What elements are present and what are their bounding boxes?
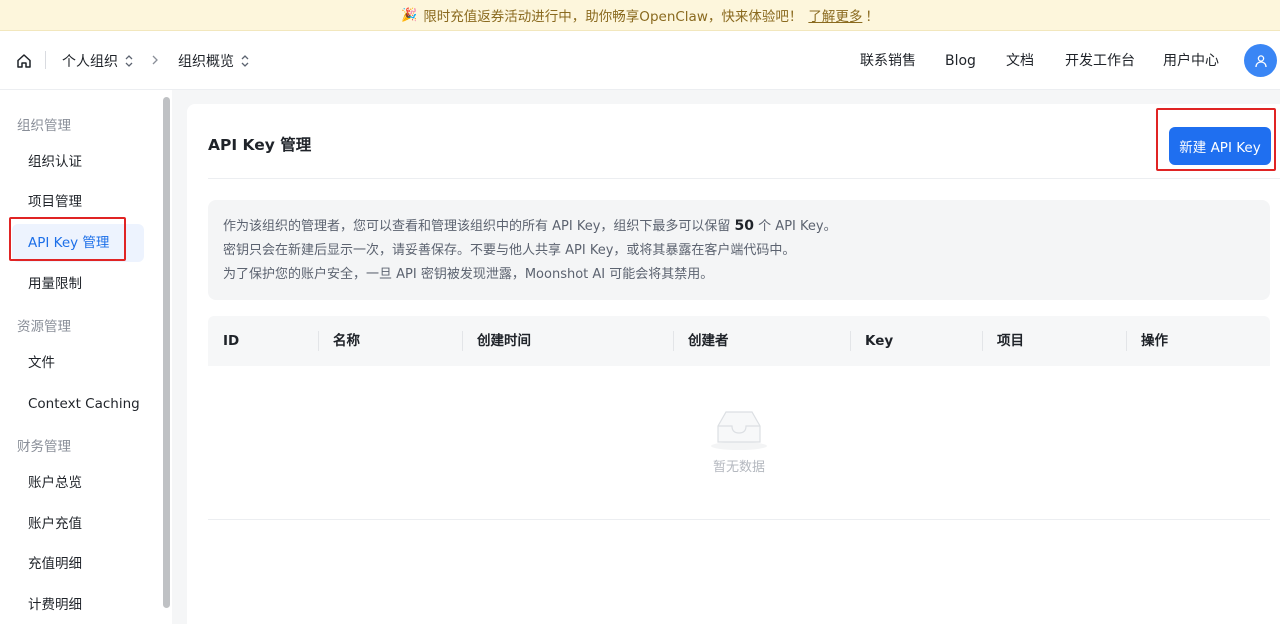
chevron-updown-icon	[241, 55, 249, 67]
sidebar-item-projects[interactable]: 项目管理	[12, 183, 144, 221]
table-header: ID 名称 创建时间 创建者 Key 项目 操作	[208, 316, 1270, 366]
nav-user-center[interactable]: 用户中心	[1163, 51, 1219, 71]
nav-blog[interactable]: Blog	[945, 51, 976, 71]
notice-line-1: 作为该组织的管理者，您可以查看和管理该组织中的所有 API Key，组织下最多可…	[223, 214, 1270, 239]
sidebar-scrollbar-thumb[interactable]	[163, 97, 170, 608]
sidebar-item-recharge-details[interactable]: 充值明细	[12, 545, 144, 583]
api-key-panel: API Key 管理 新建 API Key 作为该组织的管理者，您可以查看和管理…	[187, 104, 1280, 624]
breadcrumb-page-selector[interactable]: 组织概览	[178, 51, 250, 71]
nav-docs[interactable]: 文档	[1006, 51, 1034, 71]
column-header-created-at: 创建时间	[477, 333, 531, 349]
column-header-key: Key	[865, 333, 894, 349]
chevron-updown-icon	[125, 55, 133, 67]
promo-banner: 🎉 限时充值返券活动进行中，助你畅享OpenClaw，快来体验吧！ 了解更多 ！	[0, 0, 1280, 31]
notice-line-2: 密钥只会在新建后显示一次，请妥善保存。不要与他人共享 API Key，或将其暴露…	[223, 243, 796, 258]
empty-inbox-icon	[711, 411, 767, 450]
title-divider	[208, 178, 1280, 179]
sidebar-item-billing-details[interactable]: 计费明细	[12, 586, 144, 624]
table-body-empty: 暂无数据	[208, 366, 1270, 520]
column-header-id: ID	[223, 333, 240, 349]
nav-dev-console[interactable]: 开发工作台	[1065, 51, 1135, 71]
sidebar-item-usage-limits[interactable]: 用量限制	[12, 265, 144, 303]
empty-state-text: 暂无数据	[712, 460, 765, 475]
new-api-key-button[interactable]: 新建 API Key	[1169, 127, 1271, 165]
notice-line-1-pre: 作为该组织的管理者，您可以查看和管理该组织中的所有 API Key，组织下最多可…	[223, 219, 731, 234]
breadcrumb-org-label: 个人组织	[62, 54, 118, 70]
sidebar-group-finance: 财务管理	[17, 439, 71, 455]
user-icon	[1254, 54, 1267, 67]
sidebar-item-context-caching[interactable]: Context Caching	[12, 385, 144, 423]
breadcrumb-page-label: 组织概览	[178, 54, 234, 70]
column-header-name: 名称	[333, 333, 360, 349]
home-icon[interactable]	[16, 53, 32, 69]
info-notice: 作为该组织的管理者，您可以查看和管理该组织中的所有 API Key，组织下最多可…	[208, 200, 1270, 300]
sidebar-group-org: 组织管理	[17, 118, 71, 134]
page-title: API Key 管理	[208, 136, 312, 154]
column-header-project: 项目	[997, 333, 1024, 349]
nav-contact-sales[interactable]: 联系销售	[860, 51, 916, 71]
sidebar: 组织管理 组织认证 项目管理 API Key 管理 用量限制 资源管理 文件 C…	[0, 90, 172, 624]
notice-max-keys: 50	[734, 218, 755, 234]
banner-tail: ！	[865, 9, 879, 25]
sidebar-item-api-keys[interactable]: API Key 管理	[12, 224, 144, 262]
notice-line-1-post: 个 API Key。	[758, 219, 837, 234]
banner-text: 限时充值返券活动进行中，助你畅享OpenClaw，快来体验吧！	[423, 9, 803, 25]
column-header-creator: 创建者	[688, 333, 729, 349]
top-header: 个人组织 组织概览 联系销售 Blog 文档 开发工作台 用户中心	[0, 31, 1280, 90]
notice-line-3: 为了保护您的账户安全，一旦 API 密钥被发现泄露，Moonshot AI 可能…	[223, 267, 714, 282]
avatar[interactable]	[1244, 44, 1277, 77]
breadcrumb-org-selector[interactable]: 个人组织	[62, 51, 134, 71]
sidebar-item-org-verify[interactable]: 组织认证	[12, 143, 144, 181]
chevron-right-icon	[152, 55, 158, 65]
sidebar-item-recharge[interactable]: 账户充值	[12, 505, 144, 543]
column-header-actions: 操作	[1141, 333, 1168, 349]
sidebar-item-files[interactable]: 文件	[12, 344, 144, 382]
header-divider	[45, 51, 46, 69]
sidebar-item-account-overview[interactable]: 账户总览	[12, 464, 144, 502]
sidebar-group-resources: 资源管理	[17, 319, 71, 335]
banner-learn-more-link[interactable]: 了解更多	[808, 5, 862, 25]
party-popper-icon: 🎉	[401, 7, 418, 23]
